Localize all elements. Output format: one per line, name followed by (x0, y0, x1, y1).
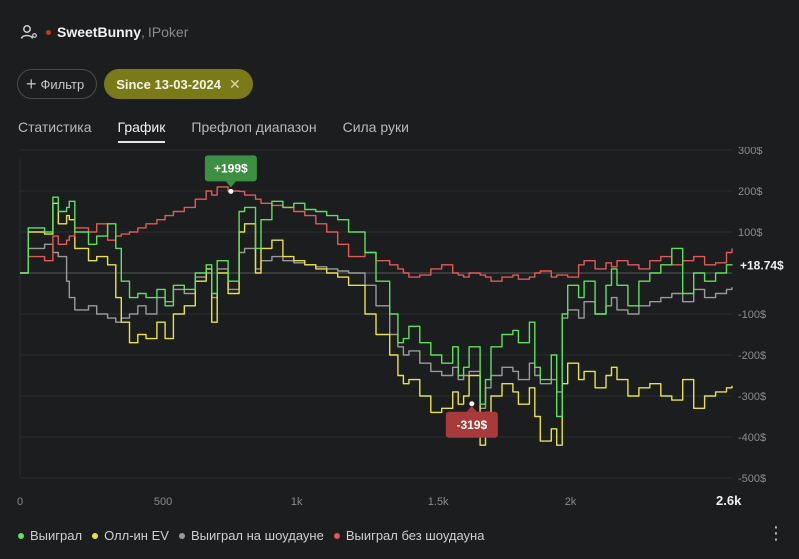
legend-item-showdown[interactable]: Выиграл на шоудауне (178, 528, 324, 543)
player-name[interactable]: SweetBunny (57, 24, 141, 40)
end-value-label: +18.74$ (740, 258, 784, 272)
y-tick-label: -500$ (738, 473, 766, 485)
separator: , (141, 24, 145, 40)
legend-dot (178, 532, 185, 539)
tab-graph[interactable]: График (117, 119, 166, 143)
x-tick-label: 2.6k (716, 493, 742, 508)
x-tick-label: 500 (154, 496, 172, 508)
add-filter-button[interactable]: + Фильтр (17, 69, 98, 99)
y-tick-label: -200$ (738, 350, 766, 362)
player-header: SweetBunny , IPoker (20, 22, 188, 42)
tab-hand-strength[interactable]: Сила руки (343, 119, 409, 143)
legend-dot (333, 532, 340, 539)
legend-item-allin-ev[interactable]: Олл-ин EV (92, 528, 169, 543)
y-tick-label: 300$ (738, 147, 762, 157)
y-tick-label: 200$ (738, 186, 762, 198)
tab-preflop-range[interactable]: Префлоп диапазон (191, 119, 316, 143)
profit-chart[interactable]: 300$ 200$ 100$ -100$ -200$ -300$ -400$ -500$ 0 50… (0, 147, 799, 517)
more-options-icon[interactable]: ⋮ (767, 524, 785, 542)
legend-label: Олл-ин EV (104, 528, 169, 543)
legend-dot (92, 532, 99, 539)
y-tick-label: 100$ (738, 227, 762, 239)
add-filter-label: Фильтр (40, 76, 85, 92)
plus-icon: + (26, 74, 37, 94)
tab-bar: Статистика График Префлоп диапазон Сила … (18, 119, 435, 143)
annotation-pointer (466, 405, 477, 412)
status-dot (46, 29, 51, 35)
legend-item-won[interactable]: Выиграл (18, 528, 82, 543)
legend-dot (18, 532, 24, 539)
profit-chart-svg: 300$ 200$ 100$ -100$ -200$ -300$ -400$ -500$ 0 50… (17, 147, 784, 508)
legend-item-non-showdown[interactable]: Выиграл без шоудауна (333, 528, 485, 543)
close-icon[interactable]: ✕ (229, 76, 241, 93)
series-line (20, 202, 733, 446)
user-settings-icon[interactable] (20, 23, 38, 41)
x-tick-label: 1k (291, 496, 303, 508)
date-filter-chip[interactable]: Since 13-03-2024 ✕ (104, 69, 253, 99)
legend-label: Выиграл (30, 528, 83, 543)
room-name: IPoker (147, 24, 189, 40)
legend-label: Выиграл на шоудауне (190, 528, 324, 543)
annotation-label: +199$ (214, 161, 248, 175)
filter-bar: + Фильтр Since 13-03-2024 ✕ (17, 69, 253, 99)
tab-statistics[interactable]: Статистика (18, 119, 92, 143)
chart-legend: Выиграл Олл-ин EV Выиграл на шоудауне Вы… (18, 528, 494, 543)
y-tick-label: -100$ (738, 309, 766, 321)
annotation-point (228, 188, 234, 194)
x-tick-label: 1.5k (428, 496, 449, 508)
annotation-label: -319$ (456, 418, 487, 432)
x-tick-label: 0 (17, 496, 23, 508)
date-filter-label: Since 13-03-2024 (116, 76, 221, 92)
y-tick-label: -400$ (738, 432, 766, 444)
legend-label: Выиграл без шоудауна (345, 528, 485, 543)
y-tick-label: -300$ (738, 391, 766, 403)
annotation-point (469, 401, 475, 407)
series-line (20, 196, 733, 418)
x-tick-label: 2k (565, 496, 577, 508)
